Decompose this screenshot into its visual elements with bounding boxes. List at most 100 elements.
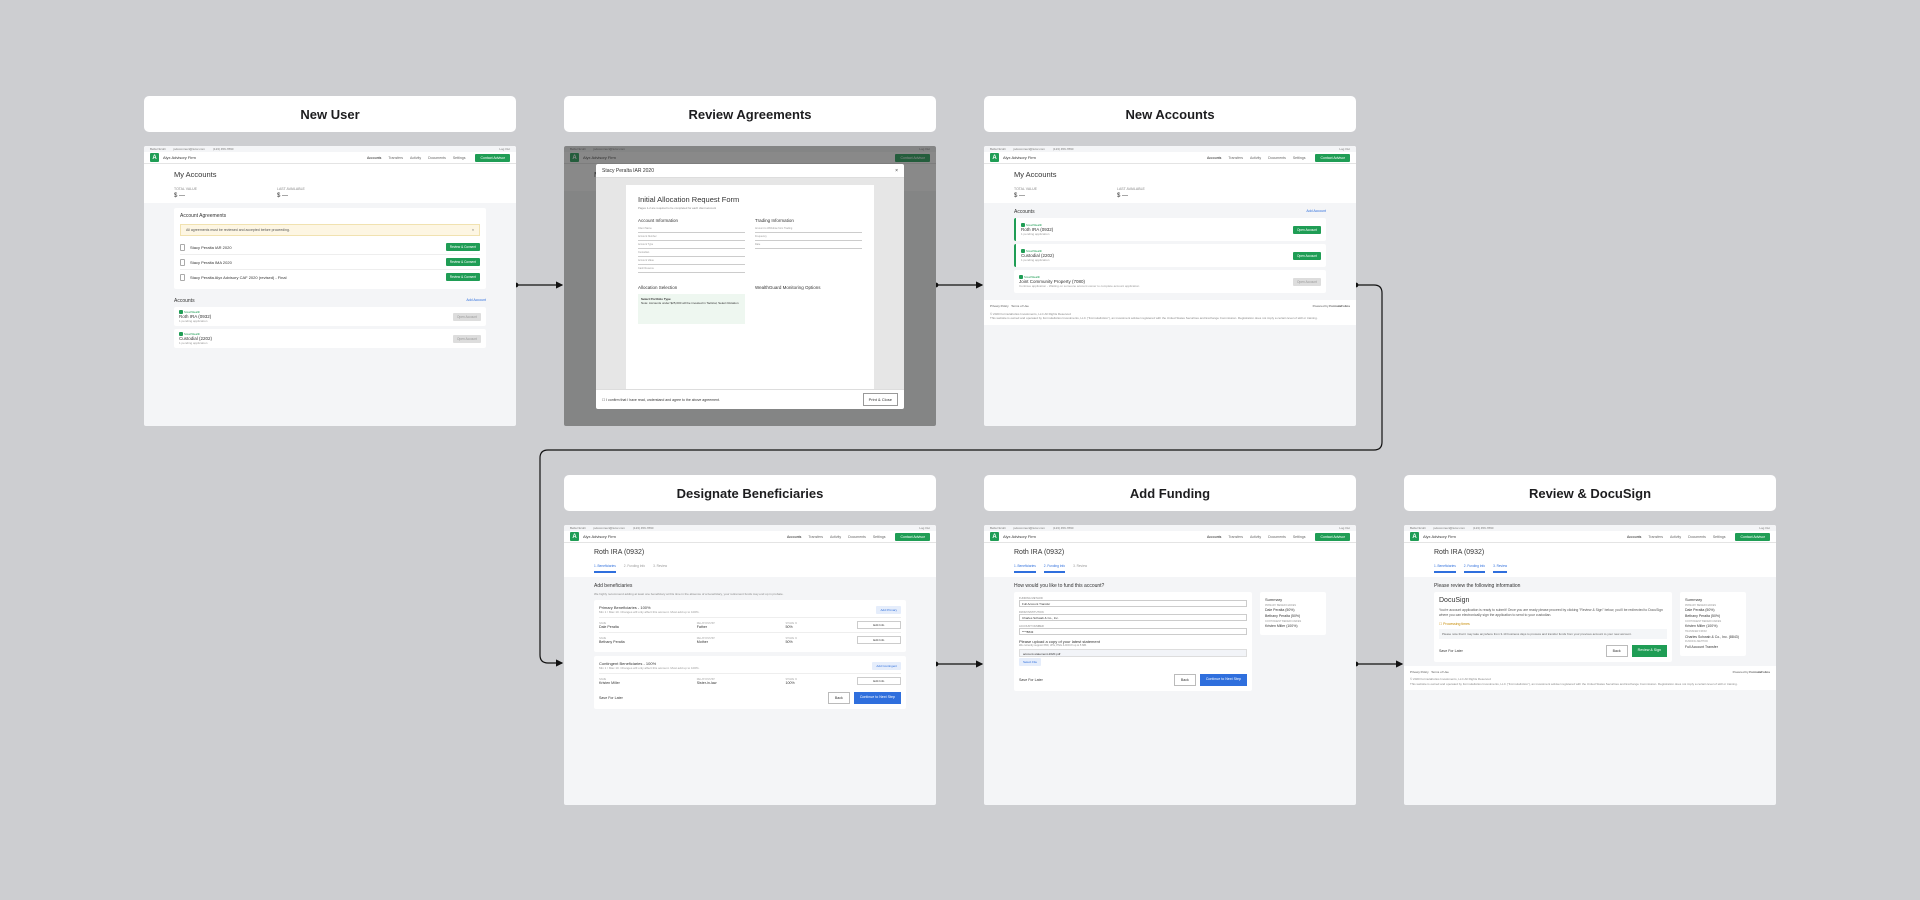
logo-icon: A: [990, 532, 999, 541]
logout-link[interactable]: Log Out: [1339, 147, 1350, 151]
nav-documents[interactable]: Documents: [428, 156, 446, 160]
open-account-button[interactable]: Open Account: [1292, 251, 1321, 260]
edit-info-button[interactable]: Edit Info: [856, 621, 901, 629]
nav-bar: A Alyx Advisory Firm Accounts Transfers …: [144, 152, 516, 164]
close-icon[interactable]: ×: [895, 168, 898, 174]
processing-times: ☐ Processing times: [1439, 621, 1470, 626]
nav-transfers[interactable]: Transfers: [388, 156, 403, 160]
step-review[interactable]: 3. Review: [1493, 564, 1508, 573]
open-account-button[interactable]: Open Account: [1292, 277, 1321, 286]
modal-title: Stacy Peralta IAR 2020: [602, 167, 654, 174]
step-funding[interactable]: 2. Funding Info: [1463, 564, 1486, 573]
review-sign-button[interactable]: Review & Sign: [1631, 644, 1667, 657]
beneficiary-row: NAME Bethany Peralta RELATIONSHIP Mother SHA…: [599, 632, 901, 647]
save-for-later-link[interactable]: Save For Later: [1019, 678, 1043, 682]
contact-advisor-button[interactable]: Contact Advisor: [1315, 153, 1350, 162]
logo-icon: A: [570, 532, 579, 541]
contact-advisor-button[interactable]: Contact Advisor: [1735, 532, 1770, 541]
funding-form: FUNDING METHOD Full Account Transfer FRO…: [1014, 592, 1252, 691]
accounts-title: Accounts: [174, 298, 195, 304]
step-beneficiaries[interactable]: 1. Beneficiaries: [1434, 564, 1456, 573]
account-number-field[interactable]: ****8843: [1019, 628, 1247, 635]
page-title: My Accounts: [174, 170, 217, 179]
step-funding[interactable]: 2. Funding Info: [624, 564, 645, 573]
nav-settings[interactable]: Settings: [453, 156, 466, 160]
edit-info-button[interactable]: Edit Info: [856, 677, 901, 685]
account-row: SmartWealth Custodial (2202) 1 pending app…: [174, 329, 486, 348]
terms-link[interactable]: Terms of Use: [1431, 670, 1449, 674]
review-consent-button[interactable]: Review & Consent: [445, 273, 480, 281]
contingent-beneficiaries-card: Contingent Beneficiaries - 100% Min 1 / M…: [594, 656, 906, 709]
edit-info-button[interactable]: Edit Info: [856, 636, 901, 644]
privacy-link[interactable]: Privacy Policy: [1410, 670, 1429, 674]
panel-label-new-user: New User: [144, 96, 516, 132]
funding-method-select[interactable]: Full Account Transfer: [1019, 600, 1247, 607]
document-title: Initial Allocation Request Form: [638, 195, 740, 204]
nav-settings[interactable]: Settings: [1293, 156, 1306, 160]
save-for-later-link[interactable]: Save For Later: [1439, 649, 1463, 653]
back-button[interactable]: Back: [1173, 674, 1196, 686]
account-row: SmartWealth Roth IRA (0932) 1 pending appl…: [174, 307, 486, 326]
step-beneficiaries[interactable]: 1. Beneficiaries: [594, 564, 616, 573]
open-account-button[interactable]: Open Account: [452, 312, 481, 321]
panel-label-review-agreements: Review Agreements: [564, 96, 936, 132]
page-title: My Accounts: [1014, 170, 1057, 179]
document-icon: [180, 243, 185, 251]
uploaded-file[interactable]: account-statement-2020.pdf: [1019, 649, 1247, 657]
step-review[interactable]: 3. Review: [653, 564, 667, 573]
user-name: Bella Nicolli: [150, 147, 166, 151]
docusign-card: DocuSign You're account application is r…: [1434, 592, 1672, 662]
section-trading-info: Trading Information: [755, 218, 794, 223]
section-account-info: Account Information: [638, 218, 679, 223]
save-for-later-link[interactable]: Save For Later: [599, 696, 623, 700]
contact-advisor-button[interactable]: Contact Advisor: [1315, 532, 1350, 541]
nav-documents[interactable]: Documents: [1268, 156, 1286, 160]
terms-link[interactable]: Terms of Use: [1011, 304, 1029, 308]
agreements-card: Account Agreements All agreements must b…: [174, 208, 486, 289]
step-beneficiaries[interactable]: 1. Beneficiaries: [1014, 564, 1036, 573]
review-consent-button[interactable]: Review & Consent: [445, 243, 480, 251]
institution-select[interactable]: Charles Schwab & Co., Inc.: [1019, 614, 1247, 621]
select-file-button[interactable]: Select File: [1019, 658, 1042, 666]
nav-accounts[interactable]: Accounts: [367, 156, 381, 160]
agreement-row: Stacy Peralta Alyx Advisory CAF 2020 (re…: [180, 270, 480, 284]
summary-panel: Summary PRIMARY BENEFICIARIES Dale Peral…: [1680, 592, 1746, 656]
nav-transfers[interactable]: Transfers: [1228, 156, 1243, 160]
back-button[interactable]: Back: [827, 692, 850, 704]
add-contingent-button[interactable]: Add Contingent: [872, 661, 901, 670]
contact-advisor-button[interactable]: Contact Advisor: [895, 532, 930, 541]
agreement-row: Stacy Peralta IAR 2020 Review & Consent: [180, 240, 480, 255]
open-account-button[interactable]: Open Account: [452, 334, 481, 343]
contact-advisor-button[interactable]: Contact Advisor: [475, 153, 510, 162]
panel-label-new-accounts: New Accounts: [984, 96, 1356, 132]
review-consent-button[interactable]: Review & Consent: [445, 258, 480, 266]
warning-banner: All agreements must be reviewed and acce…: [180, 224, 480, 236]
close-icon[interactable]: ×: [472, 228, 474, 232]
logo-icon: A: [1410, 532, 1419, 541]
step-review[interactable]: 3. Review: [1073, 564, 1087, 573]
logout-link[interactable]: Log Out: [499, 147, 510, 151]
footer: Privacy Policy Terms of Use Powered by Fo…: [984, 300, 1356, 325]
continue-button[interactable]: Continue to Next Step: [853, 692, 901, 704]
summary-panel: Summary PRIMARY BENEFICIARIES Dale Peral…: [1260, 592, 1326, 636]
screen-review-docusign: Bella Nicolli jsdoconnect@tutor.com (123) …: [1404, 525, 1776, 805]
add-account-link[interactable]: Add Account: [1306, 209, 1326, 215]
section-heading: Add beneficiaries: [594, 583, 633, 589]
print-close-button[interactable]: Print & Close: [862, 393, 898, 406]
footer: Privacy Policy Terms of Use Powered by Fo…: [1404, 665, 1776, 691]
open-account-button[interactable]: Open Account: [1292, 225, 1321, 234]
nav-accounts[interactable]: Accounts: [1207, 156, 1221, 160]
back-button[interactable]: Back: [1605, 644, 1628, 657]
step-funding[interactable]: 2. Funding Info: [1043, 564, 1066, 573]
agree-checkbox[interactable]: ☐ I confirm that I have read, understand…: [602, 398, 720, 402]
privacy-link[interactable]: Privacy Policy: [990, 304, 1009, 308]
add-account-link[interactable]: Add Account: [466, 298, 486, 304]
nav-activity[interactable]: Activity: [410, 156, 421, 160]
beneficiary-row: NAME Dale Peralta RELATIONSHIP Father SHARE …: [599, 617, 901, 632]
nav-activity[interactable]: Activity: [1250, 156, 1261, 160]
account-title: Roth IRA (0932): [1014, 549, 1065, 556]
document-viewer[interactable]: Initial Allocation Request Form Pages 1-…: [626, 185, 874, 389]
document-icon: [180, 273, 185, 281]
add-primary-button[interactable]: Add Primary: [876, 605, 901, 614]
continue-button[interactable]: Continue to Next Step: [1199, 674, 1247, 686]
